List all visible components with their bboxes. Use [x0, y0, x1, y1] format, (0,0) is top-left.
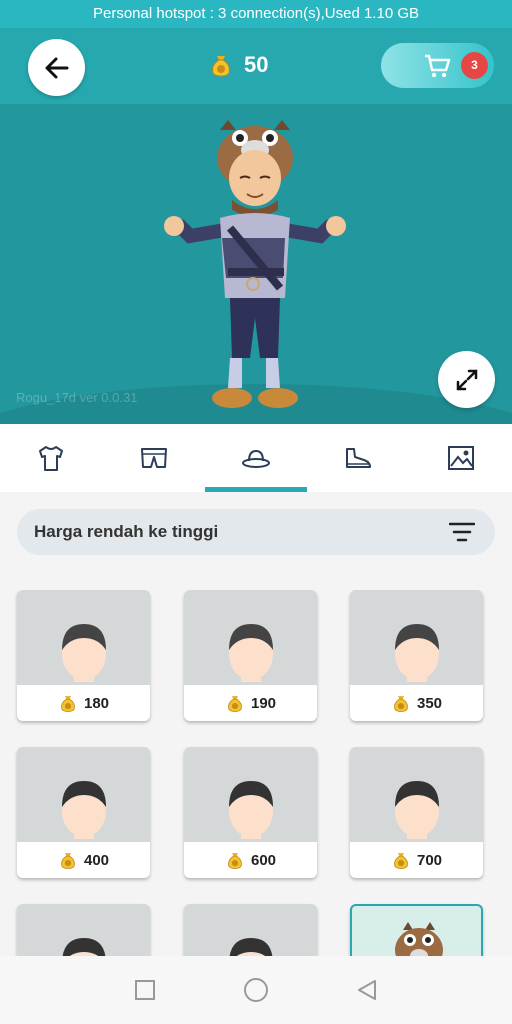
price-value: 180: [83, 694, 110, 712]
item-card[interactable]: 190: [184, 590, 317, 721]
coin-bag-icon: [394, 696, 408, 712]
hair-preview: [62, 781, 106, 839]
coin-bag-icon: [394, 853, 408, 869]
home-icon[interactable]: [242, 976, 270, 1004]
item-grid: 180 190 350 400 600 700: [0, 590, 512, 956]
cart-button[interactable]: 3: [381, 43, 494, 88]
tab-shirt[interactable]: [0, 424, 102, 492]
expand-icon: [456, 369, 477, 390]
filter-icon: [449, 522, 475, 542]
cart-count-badge: 3: [461, 52, 488, 79]
shoe-icon: [346, 448, 372, 468]
tab-background[interactable]: [410, 424, 512, 492]
coin-bag-icon: [61, 853, 75, 869]
item-price: 400: [17, 842, 150, 878]
back-nav-icon[interactable]: [355, 978, 379, 1002]
price-value: 700: [416, 851, 443, 869]
tab-hat[interactable]: [204, 424, 308, 492]
item-card[interactable]: [184, 904, 317, 956]
hair-preview: [229, 781, 273, 839]
item-card[interactable]: 400: [17, 747, 150, 878]
arrow-left-icon: [45, 57, 68, 78]
coin-bag-icon: [212, 56, 230, 77]
hair-preview: [62, 624, 106, 682]
version-label: Rogu_17d ver 0.0.31: [16, 390, 138, 405]
coin-bag-icon: [61, 696, 75, 712]
coin-balance: 50: [208, 52, 268, 78]
fullscreen-button[interactable]: [438, 351, 495, 408]
tab-pants[interactable]: [102, 424, 204, 492]
recent-apps-icon[interactable]: [133, 978, 157, 1002]
coin-bag-icon: [228, 853, 242, 869]
system-nav-bar: [0, 956, 512, 1024]
status-bar: Personal hotspot : 3 connection(s),Used …: [0, 0, 512, 28]
hat-icon: [242, 449, 271, 468]
item-card[interactable]: 350: [350, 590, 483, 721]
price-value: 400: [83, 851, 110, 869]
back-button[interactable]: [28, 39, 85, 96]
pants-icon: [140, 448, 167, 468]
tab-shoes[interactable]: [307, 424, 409, 492]
price-value: 600: [250, 851, 277, 869]
coin-bag-icon: [228, 696, 242, 712]
hair-preview: [229, 938, 273, 956]
sort-dropdown[interactable]: Harga rendah ke tinggi: [17, 509, 495, 555]
item-price: 350: [350, 685, 483, 721]
hair-preview: [62, 938, 106, 956]
item-card[interactable]: [350, 904, 483, 956]
item-price: 180: [17, 685, 150, 721]
item-price: 190: [184, 685, 317, 721]
hair-preview: [395, 624, 439, 682]
image-icon: [447, 446, 474, 470]
item-card[interactable]: [17, 904, 150, 956]
hair-preview: [229, 624, 273, 682]
item-price: 600: [184, 842, 317, 878]
avatar-character: [164, 120, 346, 408]
item-card[interactable]: 700: [350, 747, 483, 878]
price-value: 350: [416, 694, 443, 712]
horse-hat-preview: [395, 922, 443, 956]
shirt-icon: [39, 446, 64, 471]
hair-preview: [395, 781, 439, 839]
sort-label: Harga rendah ke tinggi: [34, 522, 219, 541]
coin-value: 50: [244, 52, 269, 77]
category-tabs: [0, 424, 512, 492]
price-value: 190: [250, 694, 277, 712]
item-card[interactable]: 180: [17, 590, 150, 721]
item-card[interactable]: 600: [184, 747, 317, 878]
item-price: 700: [350, 842, 483, 878]
cart-icon: [425, 54, 451, 77]
avatar-preview: Rogu_17d ver 0.0.31 50 3: [0, 28, 512, 424]
